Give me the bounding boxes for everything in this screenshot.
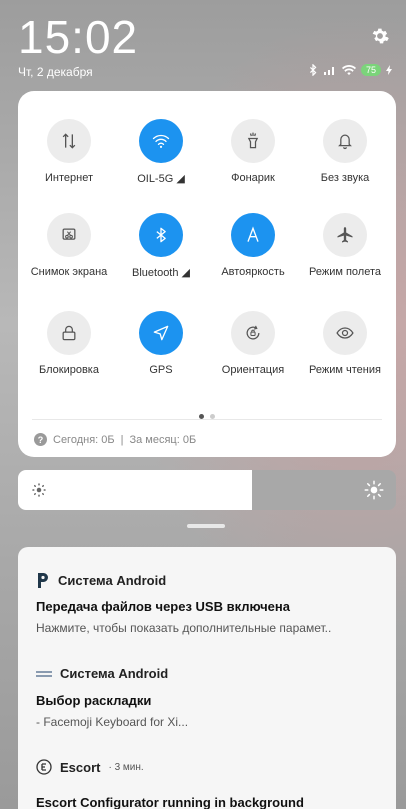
notification-app: Система Android <box>58 572 167 588</box>
notification-header: Система Android <box>36 572 166 588</box>
wifi-status-icon <box>341 64 356 75</box>
tile-gps[interactable]: GPS <box>113 311 209 376</box>
bell-icon <box>338 134 352 150</box>
sun-large-icon <box>364 480 384 500</box>
usage-month: За месяц: 0Б <box>129 433 197 446</box>
location-arrow-icon <box>153 325 169 341</box>
tile-wifi[interactable]: OIL-5G ◢ <box>113 119 209 185</box>
notification-time: · 3 мин. <box>108 761 144 773</box>
tile-gps-toggle[interactable] <box>139 311 183 355</box>
notification-title[interactable]: Escort Configurator running in backgroun… <box>36 795 304 809</box>
tile-orientation-toggle[interactable] <box>231 311 275 355</box>
eye-icon <box>336 327 354 339</box>
flashlight-icon <box>247 132 259 149</box>
status-icons: 75 <box>308 64 392 76</box>
info-icon: ? <box>34 433 47 446</box>
battery-level: 75 <box>360 64 381 76</box>
page-indicator <box>18 406 396 424</box>
tile-internet-toggle[interactable] <box>47 119 91 163</box>
tile-label: Интернет <box>45 172 93 184</box>
tile-silent-toggle[interactable] <box>323 119 367 163</box>
notification-title[interactable]: Передача файлов через USB включена <box>36 599 290 614</box>
tile-silent[interactable]: Без звука <box>297 119 393 184</box>
data-transfer-icon <box>62 133 76 149</box>
brightness-slider[interactable] <box>18 470 396 510</box>
tile-label: Режим чтения <box>309 364 381 376</box>
tile-label: Снимок экрана <box>30 266 108 278</box>
tile-flashlight[interactable]: Фонарик <box>205 119 301 184</box>
drag-handle[interactable] <box>187 524 225 528</box>
tile-lock-toggle[interactable] <box>47 311 91 355</box>
notification-text[interactable]: - Facemoji Keyboard for Xi... <box>36 715 381 729</box>
tile-label: Фонарик <box>231 172 275 184</box>
notification-header: Escort · 3 мин. <box>36 759 144 775</box>
tile-label: Автояркость <box>221 266 285 278</box>
wifi-icon <box>152 134 170 148</box>
tile-auto-brightness[interactable]: Автояркость <box>205 213 301 278</box>
divider <box>32 419 382 420</box>
rotation-lock-icon <box>246 325 260 340</box>
escort-logo-icon <box>36 759 52 775</box>
signal-icon <box>323 67 334 75</box>
tile-bluetooth-toggle[interactable] <box>139 213 183 257</box>
notification-app: Система Android <box>60 666 169 681</box>
tile-wifi-toggle[interactable] <box>139 119 183 163</box>
sun-small-icon <box>32 483 46 497</box>
usage-today: Сегодня: 0Б <box>53 433 115 446</box>
quick-settings-panel: Интернет OIL-5G ◢ Фонарик Без звука Сним… <box>18 91 396 457</box>
notification-title[interactable]: Выбор раскладки <box>36 693 151 708</box>
tile-label: OIL-5G ◢ <box>137 173 185 185</box>
tile-label: GPS <box>149 364 173 376</box>
notification-app: Escort <box>60 759 101 775</box>
tile-label: Режим полета <box>308 266 381 278</box>
auto-brightness-icon <box>247 226 259 242</box>
notification-list: Система Android Передача файлов через US… <box>18 547 396 809</box>
gear-icon[interactable] <box>370 26 390 46</box>
clock[interactable]: 15:02 <box>18 10 138 64</box>
lock-icon <box>62 325 76 341</box>
tile-screenshot-toggle[interactable] <box>47 213 91 257</box>
p-logo-icon <box>38 573 48 588</box>
charging-icon <box>386 65 392 75</box>
tile-flashlight-toggle[interactable] <box>231 119 275 163</box>
tile-orientation[interactable]: Ориентация <box>205 311 301 376</box>
tile-label: Без звука <box>320 172 370 184</box>
usage-separator: | <box>120 433 124 446</box>
tile-screenshot[interactable]: Снимок экрана <box>21 213 117 278</box>
tile-lock[interactable]: Блокировка <box>21 311 117 376</box>
scissors-icon <box>62 228 76 240</box>
brightness-fill <box>18 470 253 510</box>
tile-auto-brightness-toggle[interactable] <box>231 213 275 257</box>
tile-label: Bluetooth ◢ <box>132 267 190 279</box>
notification-text[interactable]: Нажмите, чтобы показать дополнительные п… <box>36 621 381 635</box>
tile-airplane-toggle[interactable] <box>323 213 367 257</box>
tile-label: Блокировка <box>39 364 99 376</box>
bluetooth-status-icon <box>309 64 317 76</box>
date: Чт, 2 декабря <box>18 65 93 79</box>
notification-header: Система Android <box>36 666 168 681</box>
keyboard-icon <box>36 670 52 677</box>
tile-reading-mode-toggle[interactable] <box>323 311 367 355</box>
tile-reading-mode[interactable]: Режим чтения <box>297 311 393 376</box>
tile-internet[interactable]: Интернет <box>21 119 117 184</box>
bluetooth-icon <box>156 227 166 243</box>
tile-bluetooth[interactable]: Bluetooth ◢ <box>113 213 209 279</box>
data-usage[interactable]: ? Сегодня: 0Б | За месяц: 0Б <box>34 433 196 446</box>
tile-label: Ориентация <box>221 364 285 376</box>
airplane-icon <box>337 227 353 243</box>
tile-airplane[interactable]: Режим полета <box>297 213 393 278</box>
